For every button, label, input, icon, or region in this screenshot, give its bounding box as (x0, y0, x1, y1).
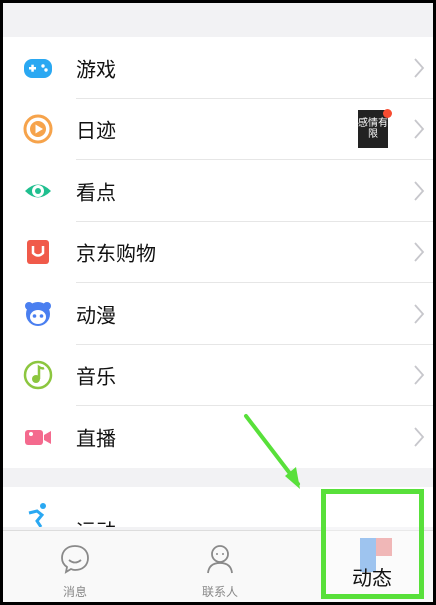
menu-item-live[interactable]: 直播 (3, 406, 433, 468)
menu-list: 游戏 日迹 感情有限 看点 京东购物 动漫 音乐 直播 (3, 37, 433, 468)
menu-item-label: 动漫 (76, 303, 116, 328)
running-icon (23, 501, 53, 527)
chevron-right-icon (414, 427, 425, 447)
chevron-right-icon (414, 242, 425, 262)
tab-dongtai[interactable]: 动态 (352, 562, 392, 591)
menu-item-anime[interactable]: 动漫 (3, 283, 433, 345)
tab-label: 联系人 (201, 585, 238, 599)
tab-label: 消息 (62, 585, 87, 599)
menu-item-music[interactable]: 音乐 (3, 344, 433, 406)
menu-item-label: 直播 (76, 426, 116, 451)
red-dot-badge (383, 108, 392, 118)
shopping-bag-icon (23, 237, 53, 267)
tab-contacts[interactable]: 联系人 (160, 531, 280, 602)
menu-item-label: 运动 (76, 515, 116, 527)
menu-item-label: 京东购物 (76, 241, 156, 266)
chat-bubble-icon (61, 545, 89, 574)
menu-item-label: 音乐 (76, 364, 116, 389)
menu-item-label: 看点 (76, 180, 116, 205)
chevron-right-icon (414, 365, 425, 385)
anime-face-icon (23, 299, 53, 329)
chevron-right-icon (414, 119, 425, 139)
menu-item-riji[interactable]: 日迹 感情有限 (3, 98, 433, 160)
menu-item-kandian[interactable]: 看点 (3, 160, 433, 222)
gamepad-icon (23, 53, 53, 83)
chevron-right-icon (414, 58, 425, 78)
menu-item-games[interactable]: 游戏 (3, 37, 433, 99)
menu-item-label: 游戏 (76, 57, 116, 82)
chevron-right-icon (414, 181, 425, 201)
video-camera-icon (23, 422, 53, 452)
music-note-icon (23, 360, 53, 390)
tab-messages[interactable]: 消息 (15, 531, 135, 602)
chevron-right-icon (414, 304, 425, 324)
menu-item-jd-shopping[interactable]: 京东购物 (3, 221, 433, 283)
menu-item-label: 日迹 (76, 118, 116, 143)
eye-icon (23, 176, 53, 206)
play-circle-icon (23, 114, 53, 144)
person-icon (207, 545, 233, 574)
